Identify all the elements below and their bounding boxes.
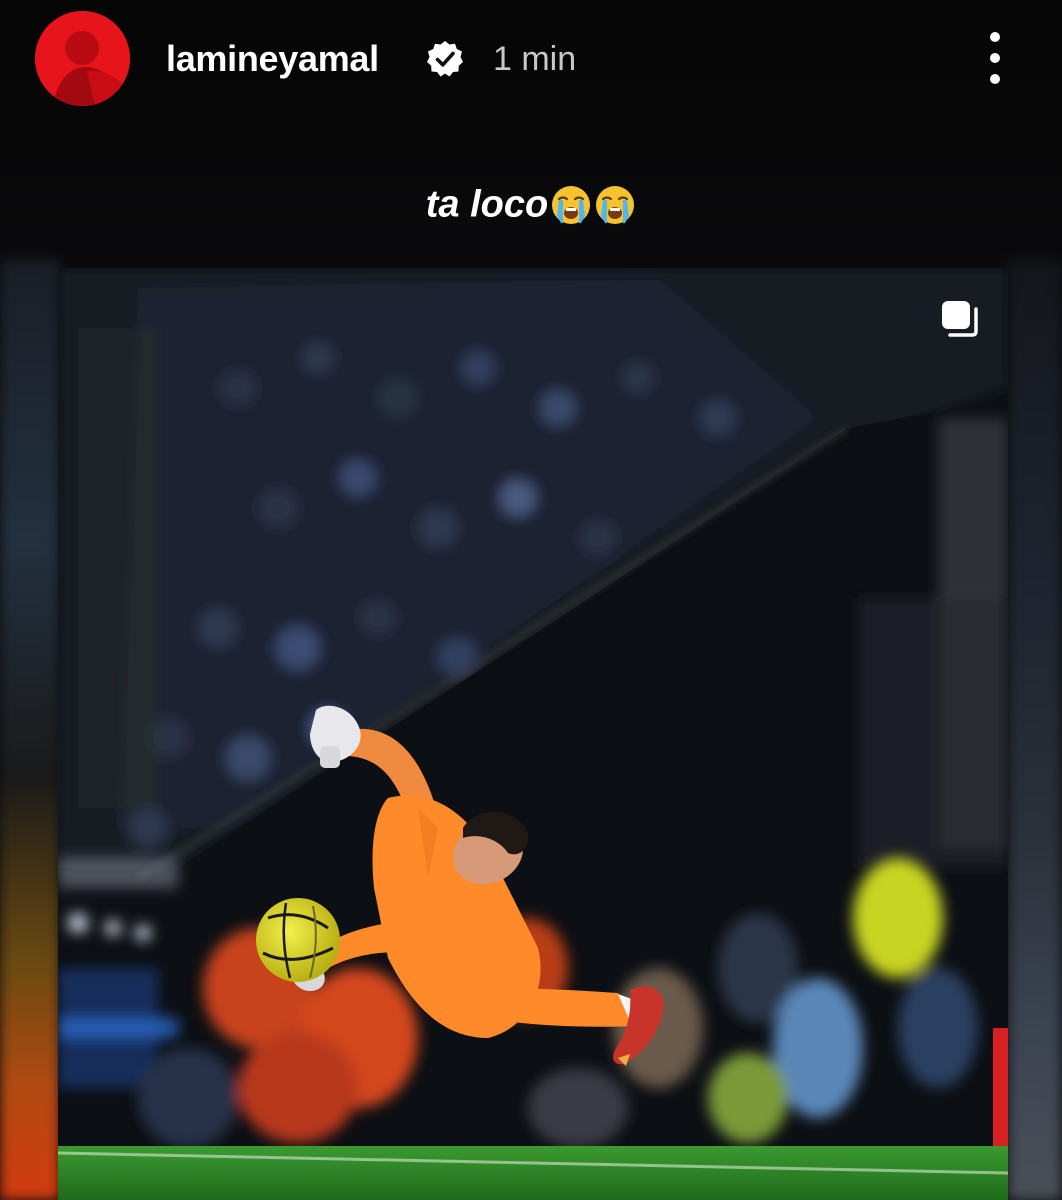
crying-face-emoji-icon <box>596 185 635 224</box>
more-vertical-icon <box>990 32 1000 42</box>
goalkeeper-diving-image <box>58 268 1008 1200</box>
verified-badge-icon <box>427 41 463 77</box>
username[interactable]: lamineyamal <box>166 38 379 80</box>
post-time: 1 min <box>493 40 577 78</box>
avatar[interactable] <box>35 11 130 106</box>
more-vertical-icon-dot <box>990 74 1000 84</box>
more-vertical-icon-dot <box>990 53 1000 63</box>
avatar-image <box>35 11 130 106</box>
shared-post-photo[interactable] <box>58 268 1008 1200</box>
caption-text: ta loco <box>425 183 549 226</box>
crying-face-emoji-icon <box>552 185 591 224</box>
story-caption: ta loco <box>0 182 1062 226</box>
story-header: lamineyamal 1 min <box>0 0 1062 120</box>
multiple-images-icon[interactable] <box>938 297 984 343</box>
more-options-button[interactable] <box>975 28 1015 88</box>
story-view: lamineyamal 1 min ta loco <box>0 0 1062 1200</box>
blurred-background-right <box>1008 260 1062 1200</box>
blurred-background-left <box>0 260 60 1200</box>
